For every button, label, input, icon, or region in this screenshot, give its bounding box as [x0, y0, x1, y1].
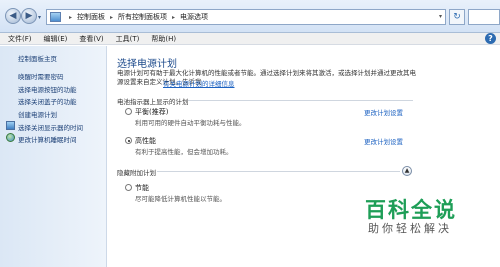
breadcrumb: ▸ 控制面板 ▸ 所有控制面板项 ▸ 电源选项 [64, 12, 208, 22]
chevron-down-icon[interactable]: ▾ [439, 13, 442, 20]
section-hidden-plans: 隐藏附加计划 [117, 169, 156, 177]
plan-high-performance-name[interactable]: 高性能 [135, 136, 156, 146]
arrow-left-icon: ◀ [9, 11, 17, 21]
page-description: 电源计划可有助于最大化计算机的性能或者节能。通过选择计划来将其激活，或选择计划并… [117, 69, 416, 86]
sidebar-item-power-button[interactable]: 选择电源按钮的功能 [18, 84, 77, 94]
menu-tools[interactable]: 工具(T) [116, 34, 140, 44]
control-panel-icon [50, 12, 61, 22]
plan-high-performance-radio[interactable] [125, 137, 132, 144]
watermark-subtitle: 助你轻松解决 [368, 222, 452, 235]
plan-power-saver-name[interactable]: 节能 [135, 183, 149, 193]
address-input[interactable]: ▸ 控制面板 ▸ 所有控制面板项 ▸ 电源选项 ▾ [46, 9, 446, 25]
breadcrumb-item[interactable]: 所有控制面板项 [118, 12, 167, 22]
address-bar: ◀ ▶ ▾ ▸ 控制面板 ▸ 所有控制面板项 ▸ 电源选项 ▾ ↻ [0, 0, 500, 33]
help-icon[interactable]: ? [485, 33, 496, 44]
globe-icon [6, 133, 15, 142]
back-button[interactable]: ◀ [5, 8, 21, 24]
chevron-up-icon: ▲ [404, 167, 410, 174]
menu-file[interactable]: 文件(F) [8, 34, 32, 44]
history-dropdown-icon[interactable]: ▾ [38, 14, 41, 21]
plan-power-saver-desc: 尽可能降低计算机性能以节能。 [135, 195, 226, 203]
sidebar-item-control-panel-home[interactable]: 控制面板主页 [18, 53, 57, 63]
sidebar-item-lid-close[interactable]: 选择关闭盖子的功能 [18, 96, 77, 106]
menu-view[interactable]: 查看(V) [79, 34, 103, 44]
plan-power-saver-radio[interactable] [125, 184, 132, 191]
page-title: 选择电源计划 [117, 59, 177, 70]
breadcrumb-item[interactable]: 电源选项 [180, 12, 208, 22]
plan-balanced-radio[interactable] [125, 108, 132, 115]
plan-balanced-name[interactable]: 平衡(推荐) [135, 107, 168, 117]
plan-high-performance-settings-link[interactable]: 更改计划设置 [364, 136, 403, 146]
sidebar: 控制面板主页 唤醒时需要密码 选择电源按钮的功能 选择关闭盖子的功能 创建电源计… [0, 46, 107, 267]
breadcrumb-item[interactable]: 控制面板 [77, 12, 105, 22]
sidebar-item-create-plan[interactable]: 创建电源计划 [18, 109, 57, 119]
chevron-right-icon[interactable]: ▸ [69, 14, 72, 21]
section-divider [188, 100, 413, 101]
refresh-icon: ↻ [453, 12, 461, 22]
sidebar-item-display-off[interactable]: 选择关闭显示器的时间 [18, 122, 83, 132]
plan-high-performance-desc: 有利于提高性能，但会增加功耗。 [135, 148, 233, 156]
plan-balanced-settings-link[interactable]: 更改计划设置 [364, 107, 403, 117]
screen-icon [6, 121, 15, 130]
refresh-button[interactable]: ↻ [449, 9, 465, 25]
plan-balanced-desc: 利用可用的硬件自动平衡功耗与性能。 [135, 119, 246, 127]
power-plan-info-link[interactable]: 有关电源计划的详细信息 [163, 78, 235, 88]
sidebar-item-wake-password[interactable]: 唤醒时需要密码 [18, 71, 64, 81]
menu-bar: 文件(F) 编辑(E) 查看(V) 工具(T) 帮助(H) ? [0, 33, 500, 45]
sidebar-item-sleep-time[interactable]: 更改计算机睡眠时间 [18, 134, 77, 144]
forward-button[interactable]: ▶ [21, 8, 37, 24]
arrow-right-icon: ▶ [25, 11, 33, 21]
collapse-button[interactable]: ▲ [402, 166, 412, 176]
section-shown-plans: 电池指示器上显示的计划 [117, 98, 189, 106]
menu-help[interactable]: 帮助(H) [151, 34, 176, 44]
menu-edit[interactable]: 编辑(E) [44, 34, 68, 44]
chevron-right-icon[interactable]: ▸ [110, 14, 113, 21]
chevron-right-icon[interactable]: ▸ [172, 14, 175, 21]
section-divider [157, 171, 400, 172]
search-input[interactable] [468, 9, 500, 25]
